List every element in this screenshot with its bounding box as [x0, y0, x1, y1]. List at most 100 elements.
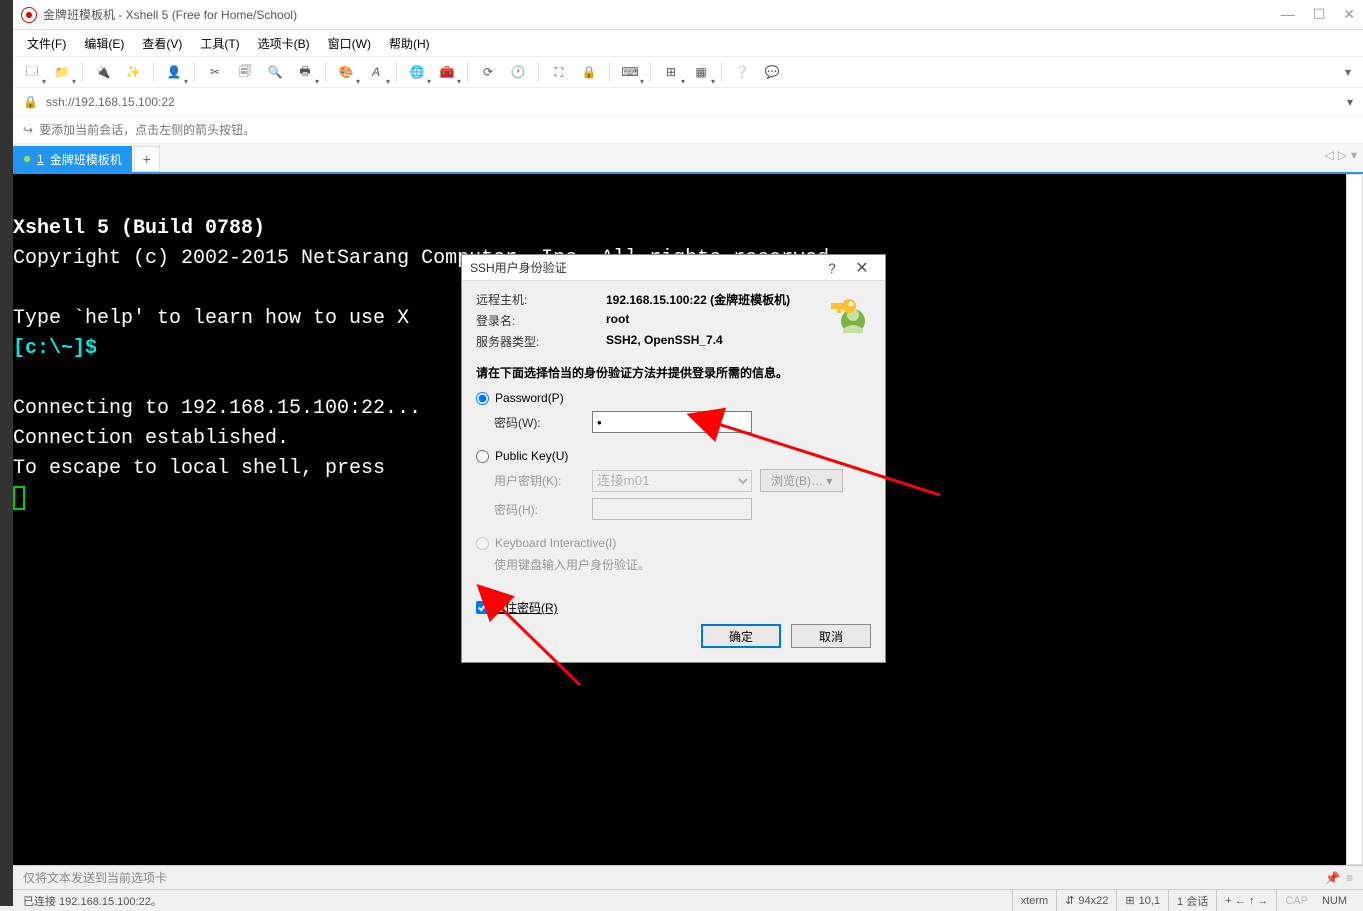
remember-label[interactable]: 记住密码(R) [493, 599, 558, 616]
window-title: 金牌班模板机 - Xshell 5 (Free for Home/School) [43, 6, 1281, 23]
arrow-icon[interactable]: ↪ [23, 123, 33, 137]
hintbar: ↪ 要添加当前会话，点击左侧的箭头按钮。 [13, 116, 1363, 144]
address-dropdown[interactable]: ▾ [1347, 95, 1353, 109]
titlebar: 金牌班模板机 - Xshell 5 (Free for Home/School)… [13, 0, 1363, 30]
menu-help[interactable]: 帮助(H) [381, 32, 438, 55]
input-hint[interactable]: 仅将文本发送到当前选项卡 [23, 869, 167, 886]
separator [153, 62, 154, 82]
globe-icon[interactable]: 🌐 [404, 59, 430, 85]
server-label: 服务器类型: [476, 333, 606, 350]
print-icon[interactable]: 🖶 [292, 59, 318, 85]
separator [721, 62, 722, 82]
radio-password[interactable] [476, 392, 489, 405]
maximize-button[interactable]: ☐ [1313, 6, 1326, 23]
menubar: 文件(F) 编辑(E) 查看(V) 工具(T) 选项卡(B) 窗口(W) 帮助(… [13, 30, 1363, 56]
fullscreen-icon[interactable]: ⛶ [546, 59, 572, 85]
nav-icons[interactable]: + ← ↑ → [1216, 890, 1276, 911]
cursor [13, 486, 25, 510]
ok-button[interactable]: 确定 [701, 624, 781, 648]
terminal-prompt: [c:\~]$ [13, 337, 97, 360]
address-text[interactable]: ssh://192.168.15.100:22 [46, 95, 175, 109]
radio-publickey-label[interactable]: Public Key(U) [495, 449, 568, 463]
lock-icon: 🔒 [23, 95, 38, 109]
copy-icon[interactable]: 🗐 [232, 59, 258, 85]
disconnect-icon[interactable]: ✨ [120, 59, 146, 85]
home-icon[interactable]: 🕐 [505, 59, 531, 85]
open-icon[interactable]: 📁 [49, 59, 75, 85]
dialog-buttons: 确定 取消 [462, 624, 885, 662]
cut-icon[interactable]: ✂ [202, 59, 228, 85]
menu-view[interactable]: 查看(V) [134, 32, 190, 55]
keyboard-section: Keyboard Interactive(I) 使用键盘输入用户身份验证。 [462, 536, 885, 591]
terminal-line: Xshell 5 (Build 0788) [13, 217, 265, 240]
separator [467, 62, 468, 82]
tab-session-1[interactable]: 1 金牌班模板机 [13, 146, 132, 172]
menu-tools[interactable]: 工具(T) [192, 32, 247, 55]
scrollbar[interactable] [1346, 174, 1363, 865]
connection-status: 已连接 192.168.15.100:22。 [23, 893, 162, 909]
help-icon[interactable]: ❔ [729, 59, 755, 85]
cancel-button[interactable]: 取消 [791, 624, 871, 648]
radio-publickey[interactable] [476, 450, 489, 463]
close-button[interactable]: ✕ [1343, 6, 1355, 23]
chat-icon[interactable]: 💬 [759, 59, 785, 85]
minimize-button[interactable]: — [1281, 6, 1295, 23]
lock-icon[interactable]: 🔒 [576, 59, 602, 85]
tab-prev-icon[interactable]: ◁ [1325, 148, 1334, 162]
radio-keyboard [476, 537, 489, 550]
input-bar: 仅将文本发送到当前选项卡 📌 ≡ [13, 865, 1363, 889]
new-session-icon[interactable]: 🗔 [19, 59, 45, 85]
keyboard-icon[interactable]: ⌨ [617, 59, 643, 85]
host-value: 192.168.15.100:22 (金牌班模板机) [606, 291, 790, 308]
refresh-icon[interactable]: ⟳ [475, 59, 501, 85]
font-icon[interactable]: A [363, 59, 389, 85]
app-icon [21, 7, 37, 23]
radio-password-label[interactable]: Password(P) [495, 391, 564, 405]
tab-number: 1 [37, 152, 44, 166]
tab-next-icon[interactable]: ▷ [1338, 148, 1347, 162]
ssh-auth-dialog: SSH用户身份验证 ? ✕ 远程主机:192.168.15.100:22 (金牌… [461, 254, 886, 663]
terminal-line: Connection established. [13, 427, 289, 450]
passphrase-label: 密码(H): [494, 501, 592, 518]
profile-icon[interactable]: 👤 [161, 59, 187, 85]
dialog-close-button[interactable]: ✕ [847, 258, 877, 278]
separator [396, 62, 397, 82]
tabbar: 1 金牌班模板机 + ◁ ▷ ▾ [13, 144, 1363, 172]
menu-tabs[interactable]: 选项卡(B) [250, 32, 318, 55]
keyboard-text: 使用键盘输入用户身份验证。 [476, 556, 871, 573]
password-input[interactable] [592, 411, 752, 433]
dialog-help-button[interactable]: ? [817, 260, 847, 276]
toolbar-dropdown[interactable]: ▾ [1345, 65, 1357, 79]
terminal-line: Type `help' to learn how to use X [13, 307, 409, 330]
menu-icon[interactable]: ≡ [1346, 871, 1353, 885]
session-count: 1 会话 [1168, 890, 1216, 911]
menu-edit[interactable]: 编辑(E) [76, 32, 132, 55]
tab-add-button[interactable]: + [134, 146, 160, 172]
grid-icon[interactable]: ▦ [688, 59, 714, 85]
layout-icon[interactable]: ⊞ [658, 59, 684, 85]
terminal-line: Connecting to 192.168.15.100:22... [13, 397, 421, 420]
menu-window[interactable]: 窗口(W) [320, 32, 379, 55]
separator [650, 62, 651, 82]
password-section: Password(P) 密码(W): [462, 391, 885, 449]
remember-checkbox[interactable] [476, 601, 489, 614]
dialog-title: SSH用户身份验证 [470, 259, 817, 276]
tab-menu-icon[interactable]: ▾ [1351, 148, 1357, 162]
dialog-prompt: 请在下面选择恰当的身份验证方法并提供登录所需的信息。 [462, 364, 885, 391]
browse-button: 浏览(B)… ▾ [760, 469, 843, 492]
color-icon[interactable]: 🎨 [333, 59, 359, 85]
pin-icon[interactable]: 📌 [1325, 871, 1340, 885]
search-icon[interactable]: 🔍 [262, 59, 288, 85]
menu-file[interactable]: 文件(F) [19, 32, 74, 55]
terminal-line: To escape to local shell, press [13, 457, 397, 480]
remember-row: 记住密码(R) [462, 591, 885, 624]
separator [609, 62, 610, 82]
tools-icon[interactable]: 🧰 [434, 59, 460, 85]
separator [194, 62, 195, 82]
reconnect-icon[interactable]: 🔌 [90, 59, 116, 85]
userkey-select: 连接m01 [592, 470, 752, 492]
cursor-pos: ⊞ 10,1 [1116, 890, 1168, 911]
addressbar: 🔒 ssh://192.168.15.100:22 ▾ [13, 88, 1363, 116]
login-label: 登录名: [476, 312, 606, 329]
publickey-section: Public Key(U) 用户密钥(K): 连接m01 浏览(B)… ▾ 密码… [462, 449, 885, 536]
